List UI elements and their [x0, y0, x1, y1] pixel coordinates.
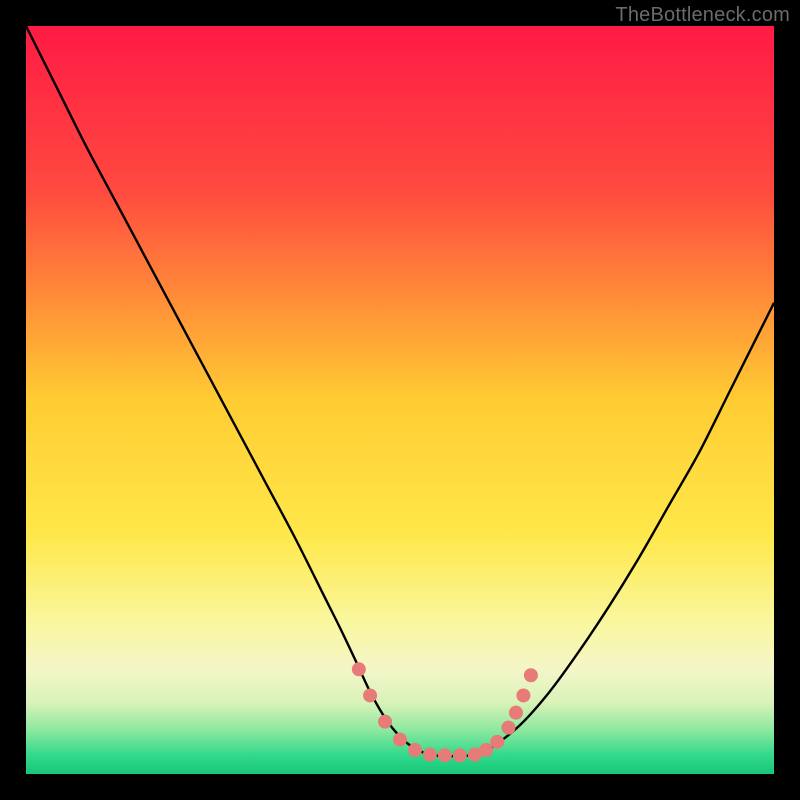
watermark-text: TheBottleneck.com	[615, 4, 790, 27]
gradient-background	[26, 26, 774, 774]
marker-dot	[408, 743, 422, 757]
marker-dot	[393, 733, 407, 747]
marker-dot	[363, 688, 377, 702]
bottleneck-curve-chart	[26, 26, 774, 774]
marker-dot	[378, 715, 392, 729]
marker-dot	[524, 668, 538, 682]
marker-dot	[438, 748, 452, 762]
marker-dot	[479, 743, 493, 757]
plot-area	[26, 26, 774, 774]
marker-dot	[509, 706, 523, 720]
marker-dot	[501, 721, 515, 735]
marker-dot	[453, 748, 467, 762]
marker-dot	[490, 735, 504, 749]
marker-dot	[423, 748, 437, 762]
chart-frame: TheBottleneck.com	[0, 0, 800, 800]
marker-dot	[516, 688, 530, 702]
marker-dot	[352, 662, 366, 676]
